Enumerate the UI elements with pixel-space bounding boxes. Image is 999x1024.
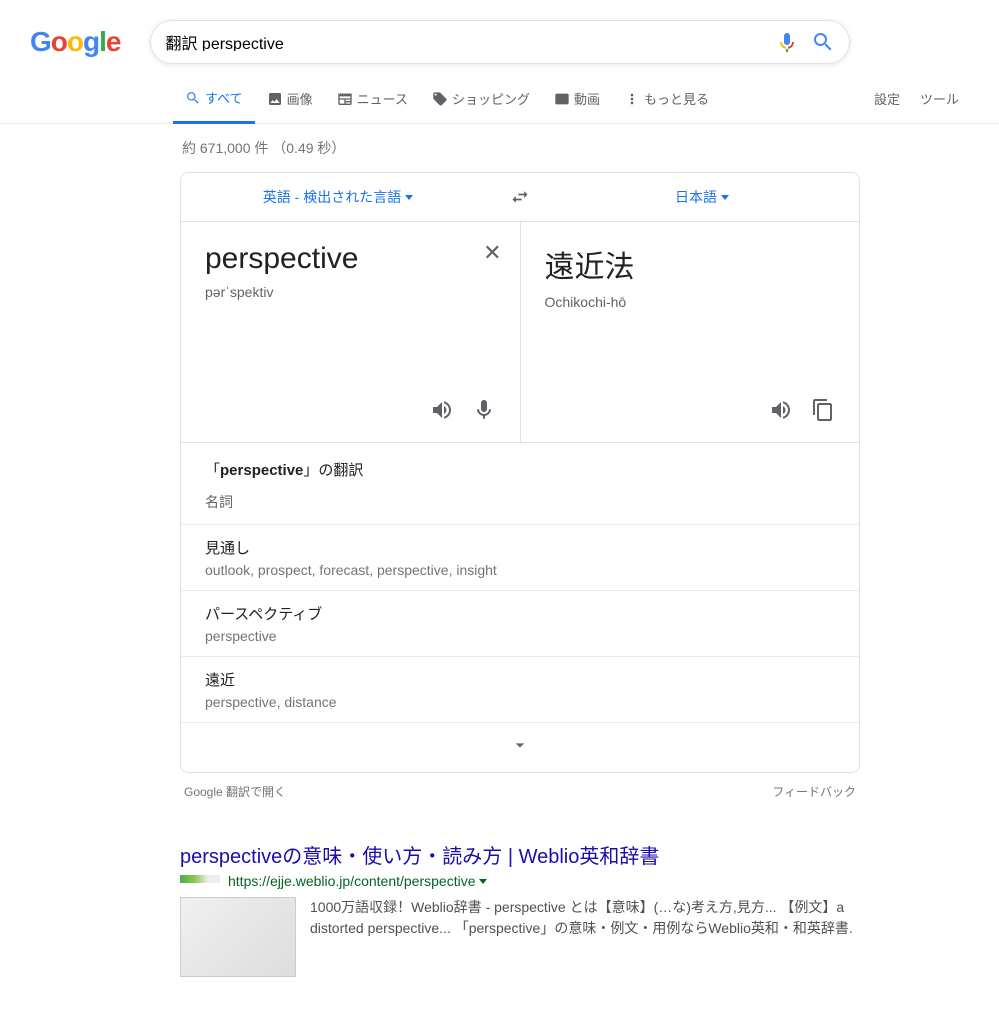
tab-more[interactable]: もっと見る xyxy=(612,75,721,122)
feedback-link[interactable]: フィードバック xyxy=(772,783,856,800)
mic-icon[interactable] xyxy=(472,398,496,422)
source-lang-select[interactable]: 英語 - 検出された言語 xyxy=(181,173,495,221)
definition-item[interactable]: 見通し outlook, prospect, forecast, perspec… xyxy=(181,524,859,590)
source-panel: perspective pərˈspektiv ✕ xyxy=(181,222,521,442)
translate-card: 英語 - 検出された言語 日本語 perspective pərˈspektiv… xyxy=(180,172,860,773)
chevron-down-icon[interactable] xyxy=(479,879,487,884)
tab-news[interactable]: ニュース xyxy=(325,75,420,122)
result-snippet: 1000万語収録！Weblio辞書 - perspective とは【意味】(…… xyxy=(310,897,860,977)
target-panel: 遠近法 Ochikochi-hō xyxy=(521,222,860,442)
result-url[interactable]: https://ejje.weblio.jp/content/perspecti… xyxy=(228,873,487,889)
result-stats: 約 671,000 件 （0.49 秒） xyxy=(0,124,999,172)
tools-link[interactable]: ツール xyxy=(920,75,959,122)
target-pronunciation: Ochikochi-hō xyxy=(545,294,836,310)
result-thumbnail[interactable] xyxy=(180,897,296,977)
google-logo[interactable]: Google xyxy=(30,26,120,58)
tabs-bar: すべて 画像 ニュース ショッピング 動画 もっと見る 設定 ツール xyxy=(0,74,999,124)
target-text: 遠近法 xyxy=(545,242,836,286)
source-text[interactable]: perspective xyxy=(205,242,496,276)
chevron-down-icon xyxy=(405,195,413,200)
definition-item[interactable]: 遠近 perspective, distance xyxy=(181,656,859,722)
part-of-speech: 名詞 xyxy=(181,488,859,524)
clear-icon[interactable]: ✕ xyxy=(483,240,501,266)
source-pronunciation: pərˈspektiv xyxy=(205,284,496,300)
chevron-down-icon xyxy=(510,735,530,755)
search-box[interactable] xyxy=(150,20,850,64)
search-input[interactable] xyxy=(165,33,763,51)
tab-all[interactable]: すべて xyxy=(173,74,255,124)
swap-languages-button[interactable] xyxy=(495,173,545,221)
chevron-down-icon xyxy=(721,195,729,200)
copy-icon[interactable] xyxy=(811,398,835,422)
tab-videos[interactable]: 動画 xyxy=(542,75,612,122)
tab-shopping[interactable]: ショッピング xyxy=(420,75,542,122)
definition-item[interactable]: パースペクティブ perspective xyxy=(181,590,859,656)
tab-images[interactable]: 画像 xyxy=(255,75,325,122)
result-title-link[interactable]: perspectiveの意味・使い方・読み方 | Weblio英和辞書 xyxy=(180,840,860,869)
search-result: perspectiveの意味・使い方・読み方 | Weblio英和辞書 http… xyxy=(180,840,860,977)
settings-link[interactable]: 設定 xyxy=(874,75,900,122)
definitions-heading: 「perspective」の翻訳 xyxy=(181,443,859,488)
mic-icon[interactable] xyxy=(775,30,799,54)
expand-button[interactable] xyxy=(181,722,859,772)
open-in-translate-link[interactable]: Google 翻訳で開く xyxy=(184,783,286,800)
speaker-icon[interactable] xyxy=(430,398,454,422)
result-favicon xyxy=(180,875,220,883)
target-lang-select[interactable]: 日本語 xyxy=(545,173,859,221)
search-icon[interactable] xyxy=(811,30,835,54)
speaker-icon[interactable] xyxy=(769,398,793,422)
